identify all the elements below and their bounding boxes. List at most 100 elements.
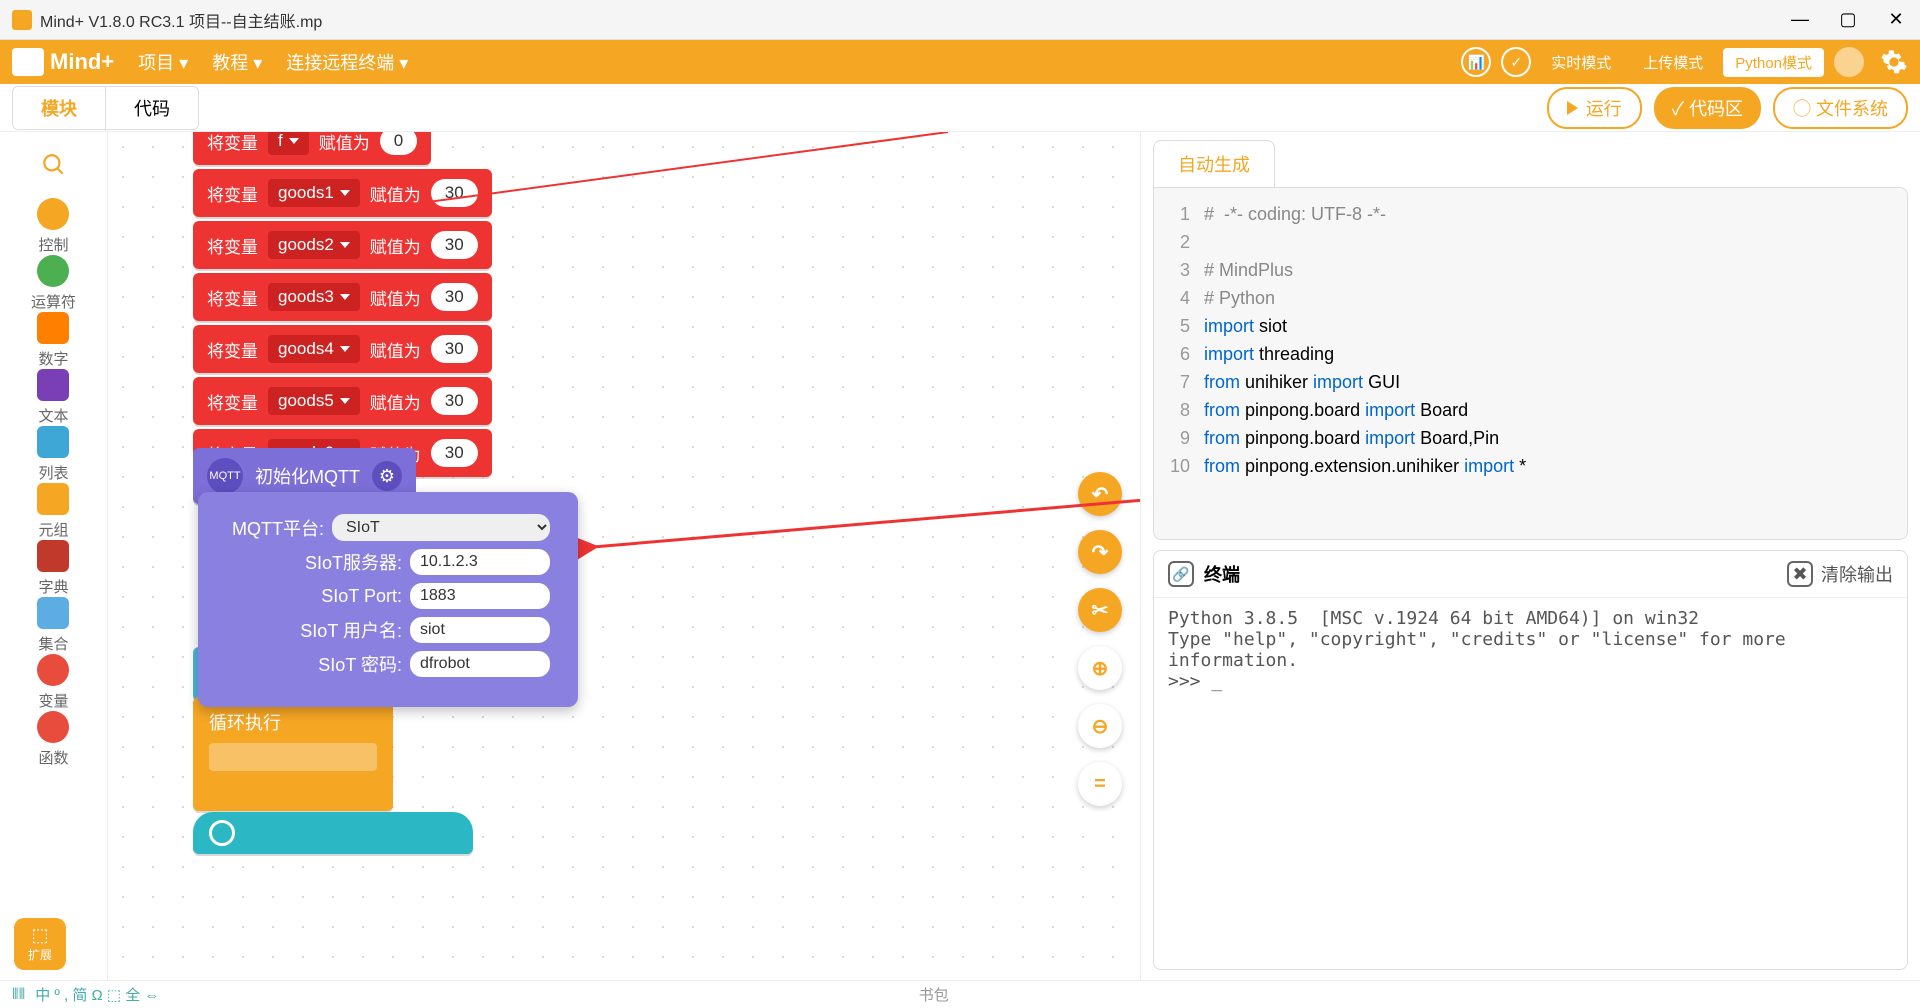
- variable-dropdown[interactable]: goods5: [268, 387, 360, 415]
- category-icon: [37, 483, 69, 515]
- variable-dropdown[interactable]: f: [268, 132, 309, 155]
- terminal-output[interactable]: Python 3.8.5 [MSC v.1924 64 bit AMD64)] …: [1154, 598, 1907, 969]
- status-icons[interactable]: 中 º , 简 Ω ⬚ 全 ⇔: [35, 984, 159, 1005]
- code-line: 8from pinpong.board import Board: [1154, 396, 1907, 424]
- sidebar-item-3[interactable]: 文本: [31, 369, 76, 426]
- backpack-label[interactable]: 书包: [169, 984, 1698, 1005]
- code-tabs: 自动生成: [1141, 132, 1920, 187]
- sidebar-item-9[interactable]: 函数: [31, 711, 76, 768]
- mode-realtime[interactable]: 实时模式: [1539, 48, 1623, 77]
- zoom-reset-button[interactable]: =: [1078, 762, 1122, 806]
- menu-tutorial[interactable]: 教程 ▾: [212, 49, 262, 75]
- variable-dropdown[interactable]: goods1: [268, 179, 360, 207]
- check-icon[interactable]: ✓: [1501, 47, 1531, 77]
- undo-button[interactable]: ↶: [1078, 472, 1122, 516]
- code-line: 6import threading: [1154, 340, 1907, 368]
- mqtt-platform-select[interactable]: SIoT: [332, 514, 550, 541]
- value-input[interactable]: 30: [431, 335, 478, 363]
- mqtt-icon: MQTT: [207, 458, 243, 494]
- tab-code[interactable]: 代码: [105, 87, 198, 129]
- chart-icon[interactable]: 📊: [1461, 47, 1491, 77]
- variable-dropdown[interactable]: goods4: [268, 335, 360, 363]
- clear-icon: ✖: [1787, 561, 1813, 587]
- value-input[interactable]: 0: [380, 132, 417, 155]
- settings-icon[interactable]: [1880, 48, 1908, 76]
- window-title: Mind+ V1.8.0 RC3.1 项目--自主结账.mp: [40, 8, 1788, 32]
- set-variable-block[interactable]: 将变量 goods2 赋值为 30: [193, 221, 492, 269]
- siot-server-input[interactable]: [410, 549, 550, 575]
- mqtt-platform-label: MQTT平台:: [232, 515, 324, 541]
- window-titlebar: Mind+ V1.8.0 RC3.1 项目--自主结账.mp — ▢ ✕: [0, 0, 1920, 40]
- close-button[interactable]: ✕: [1884, 8, 1908, 32]
- terminal-panel: 🔗 终端 ✖ 清除输出 Python 3.8.5 [MSC v.1924 64 …: [1153, 550, 1908, 970]
- crop-button[interactable]: ✂: [1078, 588, 1122, 632]
- value-input[interactable]: 30: [431, 439, 478, 467]
- search-button[interactable]: [41, 152, 67, 178]
- siot-user-input[interactable]: [410, 617, 550, 643]
- code-line: 3# MindPlus: [1154, 256, 1907, 284]
- file-system-button[interactable]: ◯ 文件系统: [1773, 87, 1908, 129]
- zoom-out-button[interactable]: ⊖: [1078, 704, 1122, 748]
- siot-port-input[interactable]: [410, 583, 550, 609]
- category-icon: [37, 312, 69, 344]
- run-button[interactable]: 运行: [1547, 87, 1642, 129]
- mqtt-config-panel: MQTT平台: SIoT SIoT服务器: SIoT Port: SIoT 用户…: [198, 492, 578, 707]
- set-variable-block[interactable]: 将变量 goods5 赋值为 30: [193, 377, 492, 425]
- category-sidebar: 控制运算符数字文本列表元组字典集合变量函数 ⬚ 扩展: [0, 132, 108, 980]
- sidebar-item-5[interactable]: 元组: [31, 483, 76, 540]
- value-input[interactable]: 30: [431, 387, 478, 415]
- value-input[interactable]: 30: [431, 283, 478, 311]
- mqtt-init-label: 初始化MQTT: [255, 463, 360, 489]
- set-variable-block[interactable]: 将变量 goods3 赋值为 30: [193, 273, 492, 321]
- menu-bar: Mind+ 项目 ▾ 教程 ▾ 连接远程终端 ▾ 📊 ✓ 实时模式 上传模式 P…: [0, 40, 1920, 84]
- window-controls: — ▢ ✕: [1788, 8, 1908, 32]
- clear-output-button[interactable]: ✖ 清除输出: [1787, 561, 1893, 587]
- sidebar-item-1[interactable]: 运算符: [31, 255, 76, 312]
- loop-block[interactable]: 循环执行: [193, 697, 393, 811]
- code-line: 7from unihiker import GUI: [1154, 368, 1907, 396]
- sidebar-item-label: 数字: [38, 348, 68, 369]
- variable-dropdown[interactable]: goods2: [268, 231, 360, 259]
- zoom-in-button[interactable]: ⊕: [1078, 646, 1122, 690]
- sidebar-item-0[interactable]: 控制: [31, 198, 76, 255]
- mode-python[interactable]: Python模式: [1723, 48, 1824, 77]
- sidebar-item-7[interactable]: 集合: [31, 597, 76, 654]
- category-icon: [37, 369, 69, 401]
- code-viewer[interactable]: 1# -*- coding: UTF-8 -*-23# MindPlus4# P…: [1153, 187, 1908, 540]
- code-area-button[interactable]: ✓ 代码区: [1654, 87, 1761, 129]
- redo-button[interactable]: ↷: [1078, 530, 1122, 574]
- event-block[interactable]: [193, 812, 473, 854]
- minimize-button[interactable]: —: [1788, 8, 1812, 32]
- annotation-arrow-2: [568, 487, 1140, 567]
- mode-upload[interactable]: 上传模式: [1631, 48, 1715, 77]
- app-icon: [12, 10, 32, 30]
- set-variable-block[interactable]: 将变量 goods1 赋值为 30: [193, 169, 492, 217]
- extension-button[interactable]: ⬚ 扩展: [14, 918, 66, 970]
- variable-dropdown[interactable]: goods3: [268, 283, 360, 311]
- terminal-title: 终端: [1204, 561, 1240, 587]
- code-line: 4# Python: [1154, 284, 1907, 312]
- maximize-button[interactable]: ▢: [1836, 8, 1860, 32]
- right-panel: 自动生成 1# -*- coding: UTF-8 -*-23# MindPlu…: [1140, 132, 1920, 980]
- avatar-icon[interactable]: [1834, 47, 1864, 77]
- gear-icon[interactable]: ⚙: [372, 461, 402, 491]
- category-dot: [37, 198, 69, 230]
- code-line: 5import siot: [1154, 312, 1907, 340]
- tab-blocks[interactable]: 模块: [13, 87, 105, 129]
- block-canvas[interactable]: 将变量 f 赋值为 0 将变量 goods1 赋值为 30将变量 goods2 赋…: [108, 132, 1140, 980]
- tab-auto-generate[interactable]: 自动生成: [1153, 140, 1275, 187]
- set-variable-block[interactable]: 将变量 goods4 赋值为 30: [193, 325, 492, 373]
- status-icon[interactable]: ⦀⦀: [12, 986, 25, 1003]
- sidebar-item-8[interactable]: 变量: [31, 654, 76, 711]
- sidebar-item-2[interactable]: 数字: [31, 312, 76, 369]
- value-input[interactable]: 30: [431, 231, 478, 259]
- code-line: 9from pinpong.board import Board,Pin: [1154, 424, 1907, 452]
- set-variable-block[interactable]: 将变量 f 赋值为 0: [193, 132, 431, 165]
- sidebar-item-6[interactable]: 字典: [31, 540, 76, 597]
- siot-pwd-input[interactable]: [410, 651, 550, 677]
- siot-port-label: SIoT Port:: [321, 586, 402, 607]
- value-input[interactable]: 30: [431, 179, 478, 207]
- sidebar-item-4[interactable]: 列表: [31, 426, 76, 483]
- menu-project[interactable]: 项目 ▾: [138, 49, 188, 75]
- menu-remote-terminal[interactable]: 连接远程终端 ▾: [286, 49, 408, 75]
